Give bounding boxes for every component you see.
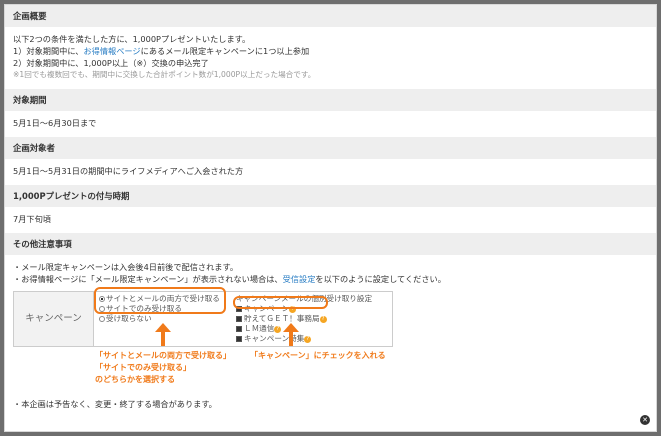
checkbox-item-office[interactable]: 貯えてＧＥＴ！事務局? <box>236 314 392 324</box>
notes-line2: ・お得情報ページに「メール限定キャンペーン」が表示されない場合は、受信設定を以下… <box>13 274 446 284</box>
overview-line1: 以下2つの条件を満たした方に、1,000Pプレゼントいたします。 <box>13 34 251 44</box>
receive-settings-link[interactable]: 受信設定 <box>283 274 316 284</box>
highlight-checkbox <box>233 296 328 309</box>
campaign-modal: 企画概要 以下2つの条件を満たした方に、1,000Pプレゼントいたします。 1）… <box>4 4 657 432</box>
timing-body: 7月下旬頃 <box>13 214 51 224</box>
close-icon[interactable]: ✕ <box>640 415 650 425</box>
deals-page-link[interactable]: お得情報ページ <box>83 46 140 56</box>
setting-label: キャンペーン <box>14 292 94 346</box>
question-mark-icon[interactable]: ? <box>274 325 282 333</box>
period-heading: 対象期間 <box>5 89 656 111</box>
period-body: 5月1日～6月30日まで <box>13 118 97 128</box>
overview-line3: 2）対象期間中に、1,000P以上（※）交換の申込完了 <box>13 58 209 68</box>
notes-heading: その他注意事項 <box>5 233 656 255</box>
checkbox-item-lm[interactable]: ＬＭ通信? <box>236 324 392 334</box>
target-body: 5月1日～5月31日の期間中にライフメディアへご入会された方 <box>13 166 244 176</box>
checkbox[interactable] <box>236 336 242 342</box>
overview-heading: 企画概要 <box>5 5 656 27</box>
highlight-radio <box>94 287 226 314</box>
arrow-up-icon <box>283 323 299 346</box>
checkbox-item-special[interactable]: キャンペーン特集? <box>236 334 392 344</box>
notes-line1: ・メール限定キャンペーンは入会後4日前後で配信されます。 <box>13 262 239 272</box>
radio-button[interactable] <box>99 316 105 322</box>
target-heading: 企画対象者 <box>5 137 656 159</box>
annotation-right: 「キャンペーン」にチェックを入れる <box>250 351 386 360</box>
overview-note: ※1回でも複数回でも、期間中に交換した合計ポイント数が1,000P以上だった場合… <box>13 70 316 79</box>
overview-body: 以下2つの条件を満たした方に、1,000Pプレゼントいたします。 1）対象期間中… <box>5 27 656 89</box>
checkbox[interactable] <box>236 326 242 332</box>
notes-body: ・メール限定キャンペーンは入会後4日前後で配信されます。 ・お得情報ページに「メ… <box>5 255 656 287</box>
question-mark-icon[interactable]: ? <box>319 315 327 323</box>
footer-note: ・本企画は予告なく、変更・終了する場合があります。 <box>13 399 217 409</box>
timing-heading: 1,000Pプレゼントの付与時期 <box>5 185 656 207</box>
arrow-up-icon <box>155 323 171 346</box>
checkbox[interactable] <box>236 316 242 322</box>
question-mark-icon[interactable]: ? <box>304 335 312 343</box>
annotation-left: 「サイトとメールの両方で受け取る」 「サイトでのみ受け取る」 のどちらかを選択す… <box>95 351 231 384</box>
overview-line2: 1）対象期間中に、お得情報ページにあるメール限定キャンペーンに1つ以上参加 <box>13 46 310 56</box>
